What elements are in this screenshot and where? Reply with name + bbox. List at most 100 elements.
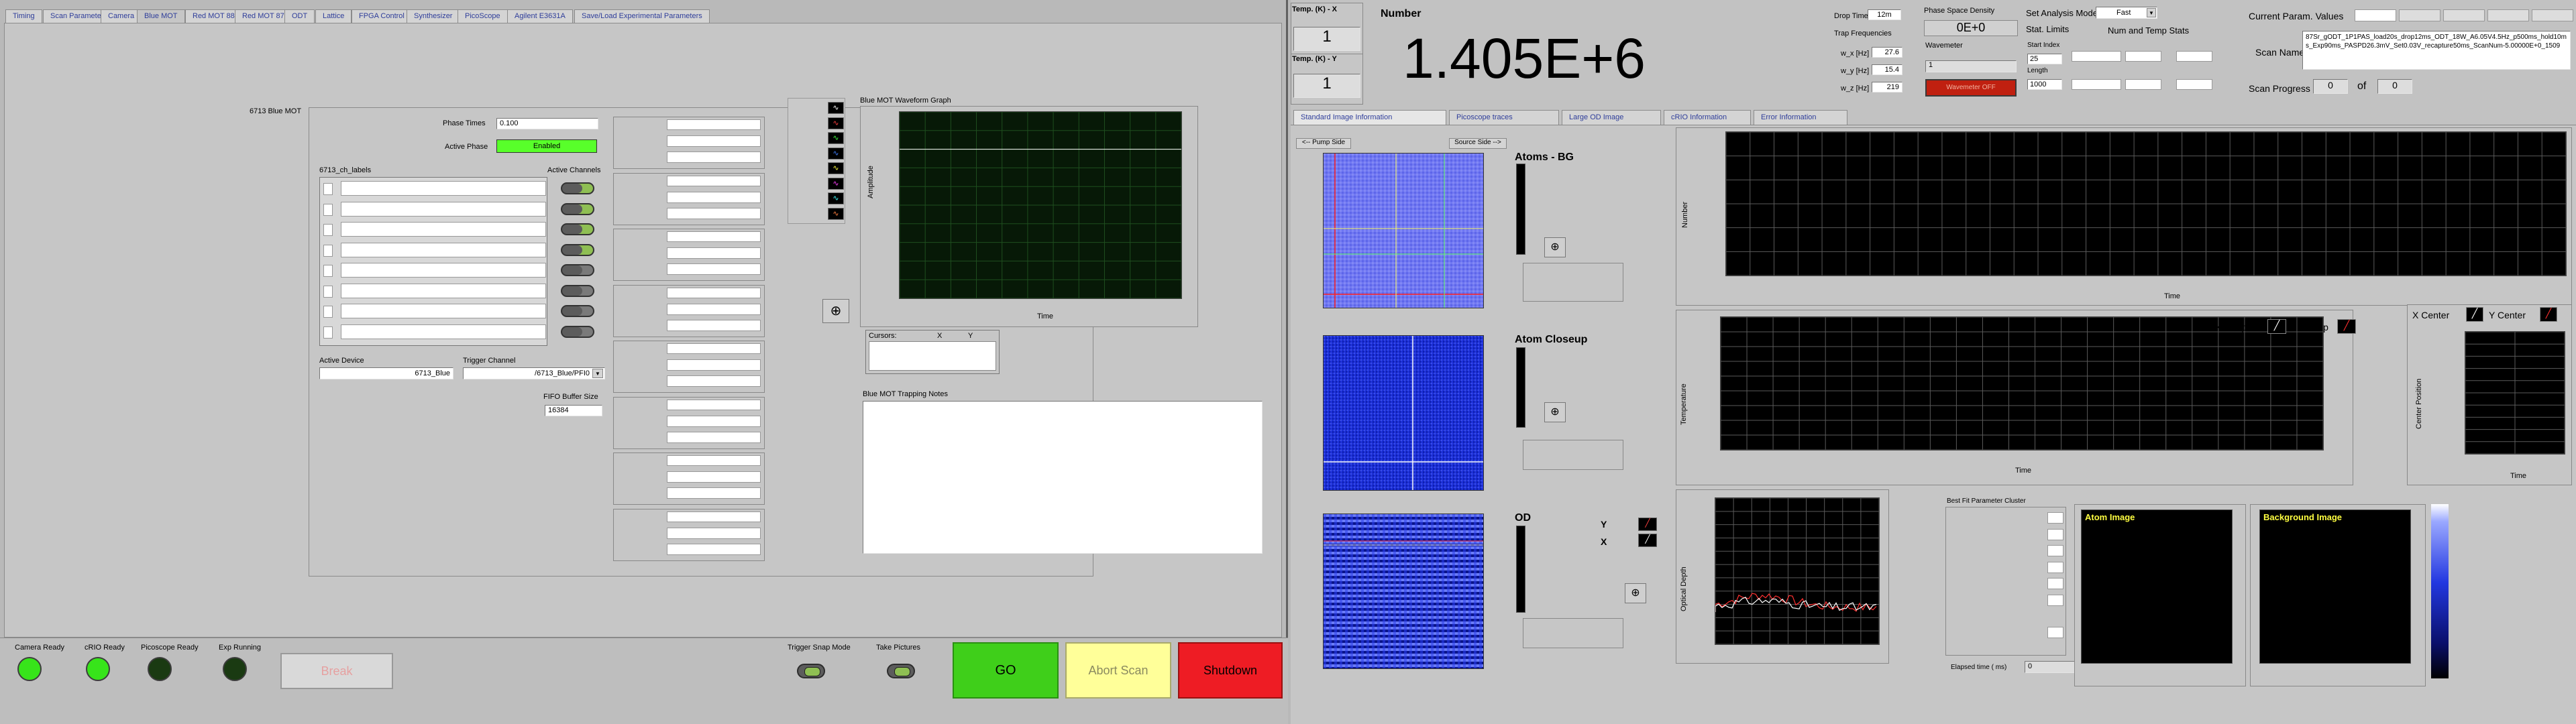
channel-active-toggle[interactable] <box>561 182 594 194</box>
atoms-bg-palette-icon[interactable]: ⊕ <box>1544 237 1566 257</box>
tab-4[interactable]: Red MOT 88 <box>185 9 242 23</box>
start-index-input[interactable]: 25 <box>2027 54 2062 64</box>
break-button[interactable]: Break <box>280 653 393 689</box>
constant-input[interactable] <box>667 471 761 483</box>
conversion-input[interactable] <box>667 319 761 331</box>
constant-input[interactable] <box>667 359 761 371</box>
od-chart-plot[interactable] <box>1715 497 1880 645</box>
chan-legend-icon[interactable]: ∿ <box>828 192 844 204</box>
conversion-input[interactable] <box>667 543 761 555</box>
right-tab-3[interactable]: cRIO Information <box>1664 110 1751 125</box>
wavemeter-off-button[interactable]: Wavemeter OFF <box>1925 79 2017 97</box>
tab-0[interactable]: Timing <box>5 9 42 23</box>
take-pictures-toggle[interactable] <box>887 664 915 678</box>
channel-active-toggle[interactable] <box>561 325 594 338</box>
constant-input[interactable] <box>667 191 761 203</box>
notes-textarea[interactable] <box>863 401 1263 554</box>
channel-active-toggle[interactable] <box>561 202 594 215</box>
trigger-snap-toggle[interactable] <box>797 664 825 678</box>
od-palette-icon[interactable]: ⊕ <box>1625 583 1646 603</box>
phase-times-input[interactable]: 0.100 <box>496 118 598 129</box>
conversion-input[interactable] <box>667 487 761 499</box>
channel-label-input[interactable] <box>341 263 546 278</box>
pump-side-button[interactable]: <-- Pump Side <box>1296 138 1351 149</box>
conversion-input[interactable] <box>667 375 761 387</box>
conversion-input[interactable] <box>667 207 761 219</box>
atom-closeup-image[interactable] <box>1323 335 1484 491</box>
wz-input[interactable]: 219 <box>1872 82 1902 93</box>
trigger-channel-select[interactable]: /6713_Blue/PFI0 ▼ <box>463 367 605 379</box>
temp-chart-plot[interactable] <box>1720 316 2324 450</box>
xtemp-legend-icon[interactable]: ╱ <box>2267 319 2286 334</box>
go-button[interactable]: GO <box>953 642 1059 699</box>
scan-name-value[interactable]: 87Sr_gODT_1P1PAS_load20s_drop12ms_ODT_18… <box>2302 31 2571 70</box>
active-phase-toggle[interactable]: Enabled <box>496 139 597 153</box>
shutdown-button[interactable]: Shutdown <box>1178 642 1283 699</box>
conversion-input[interactable] <box>667 152 761 163</box>
constant-input[interactable] <box>667 527 761 539</box>
right-tab-2[interactable]: Large OD Image <box>1562 110 1661 125</box>
tab-10[interactable]: PicoScope <box>458 9 508 23</box>
tab-6[interactable]: ODT <box>284 9 315 23</box>
tab-12[interactable]: Save/Load Experimental Parameters <box>574 9 710 23</box>
atoms-bg-image[interactable] <box>1323 153 1484 308</box>
channel-label-input[interactable] <box>341 222 546 237</box>
constant-input[interactable] <box>667 415 761 427</box>
channel-label-input[interactable] <box>341 242 546 257</box>
chevron-down-icon[interactable]: ▼ <box>2147 8 2156 17</box>
tab-2[interactable]: Camera <box>101 9 142 23</box>
wx-input[interactable]: 27.6 <box>1872 47 1902 58</box>
tab-9[interactable]: Synthesizer <box>407 9 460 23</box>
od-y-legend-icon[interactable]: ╱ <box>1638 518 1657 531</box>
chan-legend-icon[interactable]: ∿ <box>828 117 844 129</box>
od-image[interactable] <box>1323 514 1484 669</box>
ytemp-legend-icon[interactable]: ╱ <box>2337 319 2356 334</box>
constant-input[interactable] <box>667 247 761 259</box>
chan-legend-icon[interactable]: ∿ <box>828 102 844 114</box>
conversion-input[interactable] <box>667 263 761 275</box>
channel-active-toggle[interactable] <box>561 284 594 297</box>
tab-3[interactable]: Blue MOT <box>137 9 185 23</box>
constant-input[interactable] <box>667 303 761 315</box>
channel-active-toggle[interactable] <box>561 305 594 317</box>
abort-scan-button[interactable]: Abort Scan <box>1065 642 1171 699</box>
right-tab-4[interactable]: Error Information <box>1754 110 1847 125</box>
channel-label-input[interactable] <box>341 304 546 318</box>
od-x-legend-icon[interactable]: ╱ <box>1638 534 1657 547</box>
number-chart-plot[interactable] <box>1725 131 2567 276</box>
constant-input[interactable] <box>667 135 761 147</box>
right-tab-1[interactable]: Picoscope traces <box>1449 110 1559 125</box>
conversion-input[interactable] <box>667 431 761 443</box>
source-side-button[interactable]: Source Side --> <box>1449 138 1507 149</box>
chevron-down-icon[interactable]: ▼ <box>592 369 603 378</box>
analysis-mode-select[interactable]: Fast ▼ <box>2096 7 2157 19</box>
tab-5[interactable]: Red MOT 87 <box>235 9 292 23</box>
chan-legend-icon[interactable]: ∿ <box>828 207 844 220</box>
ycenter-legend-icon[interactable]: ╱ <box>2540 307 2557 322</box>
channel-label-input[interactable] <box>341 283 546 298</box>
bg-image[interactable] <box>2259 509 2411 664</box>
atom-image[interactable] <box>2081 509 2233 664</box>
channel-active-toggle[interactable] <box>561 264 594 276</box>
channel-label-input[interactable] <box>341 181 546 196</box>
wy-input[interactable]: 15.4 <box>1872 64 1902 75</box>
closeup-palette-icon[interactable]: ⊕ <box>1544 402 1566 422</box>
right-tab-0[interactable]: Standard Image Information <box>1293 110 1446 125</box>
waveform-graph-plot[interactable] <box>899 111 1182 299</box>
chan-legend-icon[interactable]: ∿ <box>828 132 844 144</box>
graph-palette-icon[interactable]: ⊕ <box>822 299 849 323</box>
chan-legend-icon[interactable]: ∿ <box>828 162 844 174</box>
fifo-input[interactable]: 16384 <box>545 405 602 416</box>
channel-label-input[interactable] <box>341 201 546 217</box>
xcenter-legend-icon[interactable]: ╱ <box>2466 307 2483 322</box>
tab-11[interactable]: Agilent E3631A <box>507 9 573 23</box>
tab-8[interactable]: FPGA Control <box>352 9 412 23</box>
tab-7[interactable]: Lattice <box>315 9 352 23</box>
chan-legend-icon[interactable]: ∿ <box>828 147 844 160</box>
drop-time-input[interactable]: 12m <box>1868 9 1901 20</box>
channel-active-toggle[interactable] <box>561 243 594 256</box>
chan-legend-icon[interactable]: ∿ <box>828 177 844 190</box>
length-input[interactable]: 1000 <box>2027 79 2062 90</box>
channel-label-input[interactable] <box>341 324 546 339</box>
active-device-input[interactable]: 6713_Blue <box>319 367 453 379</box>
